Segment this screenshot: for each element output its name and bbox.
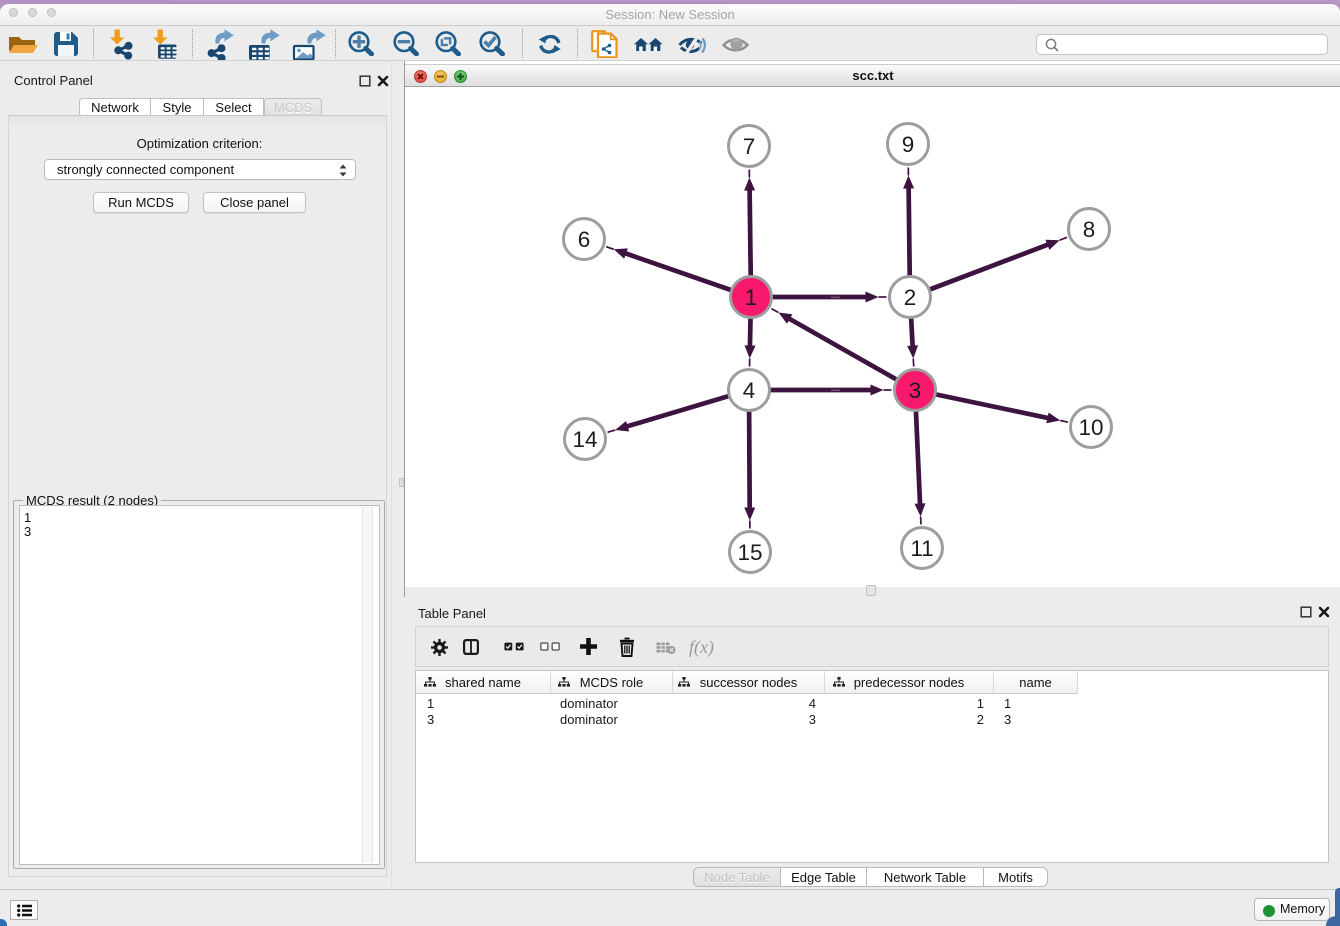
svg-text:6: 6 <box>578 227 591 252</box>
svg-text:7: 7 <box>743 134 756 159</box>
svg-text:10: 10 <box>1078 415 1103 440</box>
svg-text:1: 1 <box>745 285 758 310</box>
svg-text:11: 11 <box>910 536 933 561</box>
svg-text:9: 9 <box>902 132 915 157</box>
svg-text:4: 4 <box>743 378 756 403</box>
svg-text:15: 15 <box>737 540 762 565</box>
svg-text:14: 14 <box>572 427 597 452</box>
svg-text:3: 3 <box>909 378 922 403</box>
svg-text:2: 2 <box>904 285 917 310</box>
svg-text:8: 8 <box>1083 217 1096 242</box>
